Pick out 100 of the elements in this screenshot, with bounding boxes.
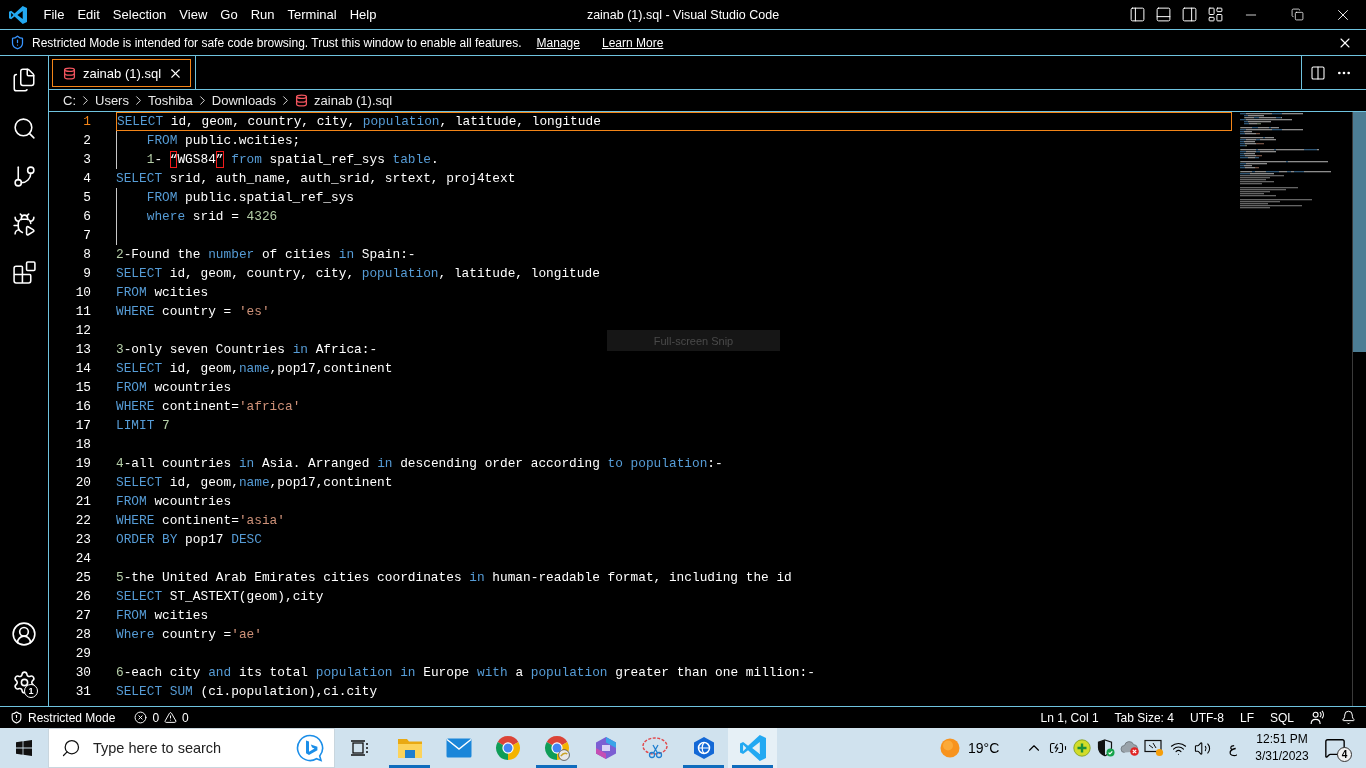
files-icon[interactable]: [11, 67, 37, 93]
line-number: 23: [74, 531, 91, 549]
line-number: 24: [74, 550, 91, 568]
settings-icon[interactable]: [11, 669, 37, 695]
extensions-icon[interactable]: [11, 259, 37, 285]
language-indicator[interactable]: ع: [1214, 728, 1252, 768]
banner-link[interactable]: Learn More: [601, 35, 664, 50]
account-icon[interactable]: [11, 621, 37, 647]
line-number: 20: [74, 474, 91, 492]
line-number: 21: [74, 493, 91, 511]
shield-check-icon[interactable]: [1097, 739, 1115, 757]
shield-alert-icon: [10, 35, 25, 50]
status-item[interactable]: UTF-8: [1189, 710, 1224, 725]
envelope-icon: [445, 738, 472, 758]
windows-logo-icon[interactable]: [16, 740, 32, 756]
code-line: ORDER BY pop17 DESC: [116, 531, 262, 549]
line-number: 3: [82, 151, 91, 169]
code-line: FROM public.spatial_ref_sys: [146, 189, 355, 207]
breadcrumb-item[interactable]: C:: [63, 93, 76, 108]
task-view-icon[interactable]: [350, 738, 370, 758]
code-line: FROM public.wcities;: [146, 132, 301, 150]
code-line: 3-only seven Countries in Africa:-: [116, 341, 378, 359]
breadcrumb-item[interactable]: Toshiba: [147, 93, 193, 108]
restricted-mode-status[interactable]: Restricted Mode: [10, 710, 116, 725]
clock-date[interactable]: 3/31/2023: [1255, 748, 1309, 765]
line-number: 13: [74, 341, 91, 359]
clock-time[interactable]: 12:51 PM: [1256, 731, 1308, 748]
weather-widget[interactable]: 19°C: [940, 728, 1012, 768]
sun-icon: [940, 738, 960, 758]
code-line: SELECT srid, auth_name, auth_srid, srtext, proj4text: [116, 170, 516, 188]
restore-icon[interactable]: [1290, 8, 1304, 21]
menu-item[interactable]: File: [37, 3, 71, 26]
window-title: zainab (1).sql - Visual Studio Code: [586, 7, 780, 22]
line-number: 8: [82, 246, 91, 264]
panel-right-icon[interactable]: [1180, 6, 1198, 23]
cloud-error-icon[interactable]: [1120, 739, 1140, 757]
code-line: FROM wcities: [116, 284, 209, 302]
branch-icon[interactable]: [11, 163, 37, 189]
menu-item[interactable]: View: [172, 3, 214, 26]
menu-item[interactable]: Go: [213, 3, 245, 26]
code-line: 4-all countries in Asia. Arranged in descending order according to population:-: [116, 455, 723, 473]
code-line: SELECT id, geom,name,pop17,continent: [116, 360, 393, 378]
database-icon: [295, 94, 309, 107]
editor-tab[interactable]: zainab (1).sql: [52, 59, 192, 87]
line-number: 5: [82, 189, 91, 207]
menu-item[interactable]: Run: [244, 3, 281, 26]
breadcrumb-item[interactable]: Users: [95, 93, 129, 108]
status-item[interactable]: SQL: [1270, 710, 1294, 725]
banner-link[interactable]: Manage: [536, 35, 580, 50]
line-number: 29: [74, 645, 91, 663]
scrollbar-thumb[interactable]: [1353, 112, 1366, 352]
line-number: 26: [74, 588, 91, 606]
menu-item[interactable]: Help: [343, 3, 383, 26]
breadcrumb-item[interactable]: zainab (1).sql: [295, 93, 393, 108]
line-number: 12: [74, 322, 91, 340]
hexagon-app-icon: [593, 736, 618, 760]
code-line: SELECT ST_ASTEXT(geom),city: [116, 588, 324, 606]
breadcrumb-item[interactable]: Downloads: [211, 93, 277, 108]
status-item[interactable]: Tab Size: 4: [1114, 710, 1174, 725]
menu-item[interactable]: Terminal: [281, 3, 344, 26]
speaker-icon[interactable]: [1193, 739, 1211, 757]
settings-badge: 1: [24, 684, 38, 698]
run-debug-icon[interactable]: [11, 211, 37, 237]
code-line: 5-the United Arab Emirates cities coordinates in human-readable format, including the id: [116, 569, 792, 587]
line-number: 27: [74, 607, 91, 625]
status-item[interactable]: LF: [1239, 710, 1254, 725]
menu-item[interactable]: Edit: [70, 3, 107, 26]
menu-item[interactable]: Selection: [106, 3, 173, 26]
line-number: 6: [82, 208, 91, 226]
code-line: SELECT id, geom, country, city, population, latitude, longitude: [116, 265, 600, 283]
chrome-icon: [494, 735, 521, 761]
taskbar-app[interactable]: [728, 728, 777, 768]
split-editor-icon[interactable]: [1310, 64, 1326, 81]
code-line: SELECT id, geom, country, city, population, latitude, longitude: [117, 113, 601, 131]
code-line: Where country ='ae': [116, 626, 262, 644]
line-number: 22: [74, 512, 91, 530]
line-number: 28: [74, 626, 91, 644]
code-line: WHERE continent='africa': [116, 398, 301, 416]
panel-left-icon[interactable]: [1128, 6, 1146, 23]
bell-icon[interactable]: [1341, 710, 1356, 725]
search-input[interactable]: Type here to search: [93, 737, 284, 759]
taskbar-search-box[interactable]: Type here to search: [48, 728, 335, 768]
search-icon[interactable]: [11, 115, 37, 141]
problems-status[interactable]: 0 0: [134, 710, 189, 725]
status-item[interactable]: Ln 1, Col 1: [1040, 710, 1099, 725]
layout-icon[interactable]: [1206, 6, 1224, 23]
vscode-logo-icon: [8, 5, 27, 24]
vscode-icon: [739, 735, 766, 761]
warning-icon: [164, 711, 178, 724]
code-line: SELECT SUM (ci.population),ci.city: [116, 683, 378, 701]
panel-bottom-icon[interactable]: [1154, 6, 1172, 23]
plus-circle-icon[interactable]: [1073, 739, 1091, 757]
code-line: FROM wcountries: [116, 379, 232, 397]
folder-icon: [396, 736, 423, 760]
person-broadcast-icon[interactable]: [1310, 710, 1325, 725]
monitor-icon[interactable]: [1144, 739, 1164, 757]
line-number: 18: [74, 436, 91, 454]
bing-logo-icon[interactable]: [296, 734, 324, 762]
notification-badge: 4: [1337, 747, 1352, 762]
line-number: 1: [82, 113, 91, 131]
